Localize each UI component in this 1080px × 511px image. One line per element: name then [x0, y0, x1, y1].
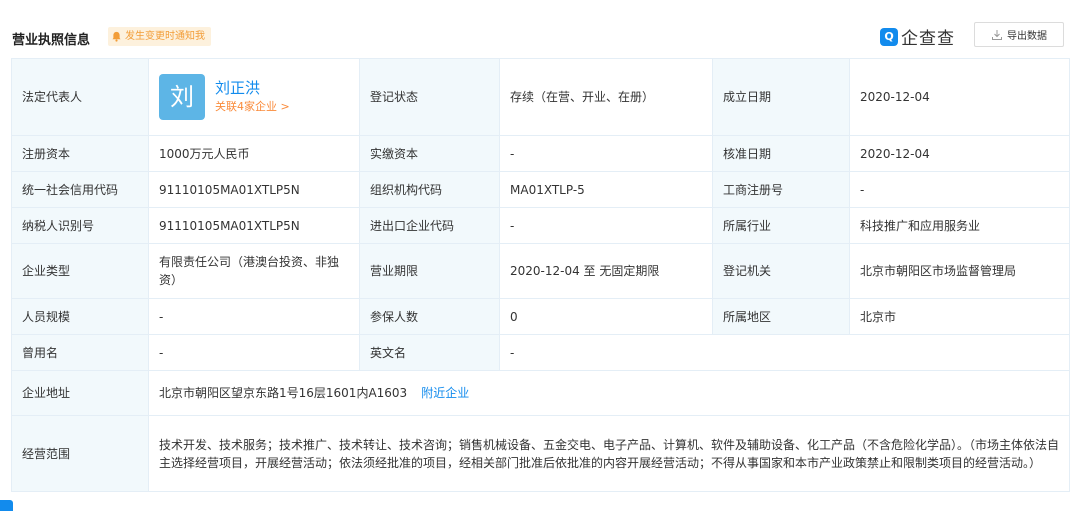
business-term-label: 营业期限	[359, 243, 500, 299]
table-row: 人员规模 - 参保人数 0 所属地区 北京市	[11, 298, 1070, 335]
table-row: 企业地址 北京市朝阳区望京东路1号16层1601内A1603 附近企业	[11, 370, 1070, 416]
table-row: 纳税人识别号 91110105MA01XTLP5N 进出口企业代码 - 所属行业…	[11, 207, 1070, 244]
export-data-label: 导出数据	[1007, 31, 1047, 42]
insured-count-label: 参保人数	[359, 298, 500, 335]
region-label: 所属地区	[712, 298, 850, 335]
region-value: 北京市	[849, 298, 1070, 335]
business-scope-value: 技术开发、技术服务；技术推广、技术转让、技术咨询；销售机械设备、五金交电、电子产…	[148, 415, 1070, 492]
side-float-tab[interactable]	[0, 500, 13, 511]
nearby-companies-link[interactable]: 附近企业	[421, 386, 469, 400]
org-code-value: MA01XTLP-5	[499, 171, 713, 208]
related-companies-link[interactable]: 关联4家企业 >	[215, 98, 290, 116]
logo-text: 企查查	[901, 29, 955, 49]
credit-code-value: 91110105MA01XTLP5N	[148, 171, 360, 208]
approve-date-label: 核准日期	[712, 135, 850, 172]
reg-authority-label: 登记机关	[712, 243, 850, 299]
english-name-label: 英文名	[359, 334, 500, 371]
capital-value: 1000万元人民币	[148, 135, 360, 172]
paid-capital-value: -	[499, 135, 713, 172]
table-row: 曾用名 - 英文名 -	[11, 334, 1070, 371]
industry-label: 所属行业	[712, 207, 850, 244]
export-data-button[interactable]: 导出数据	[974, 22, 1064, 47]
reg-authority-value: 北京市朝阳区市场监督管理局	[849, 243, 1070, 299]
download-icon	[992, 29, 1002, 40]
org-code-label: 组织机构代码	[359, 171, 500, 208]
staff-size-label: 人员规模	[11, 298, 149, 335]
address-value: 北京市朝阳区望京东路1号16层1601内A1603	[159, 386, 408, 400]
paid-capital-label: 实缴资本	[359, 135, 500, 172]
change-notify-label: 发生变更时通知我	[125, 31, 205, 42]
table-row: 经营范围 技术开发、技术服务；技术推广、技术转让、技术咨询；销售机械设备、五金交…	[11, 415, 1070, 492]
import-export-label: 进出口企业代码	[359, 207, 500, 244]
table-row: 注册资本 1000万元人民币 实缴资本 - 核准日期 2020-12-04	[11, 135, 1070, 172]
former-name-label: 曾用名	[11, 334, 149, 371]
found-date-value: 2020-12-04	[849, 58, 1070, 136]
qichacha-logo: Q 企查查	[880, 24, 955, 49]
logo-badge: Q	[880, 27, 898, 46]
company-type-value: 有限责任公司（港澳台投资、非独资）	[148, 243, 360, 299]
approve-date-value: 2020-12-04	[849, 135, 1070, 172]
table-row: 法定代表人 刘 刘正洪 关联4家企业 > 登记状态 存续（在营、开业、在册） 成…	[11, 58, 1070, 136]
biz-reg-label: 工商注册号	[712, 171, 850, 208]
biz-reg-value: -	[849, 171, 1070, 208]
legal-rep-name-link[interactable]: 刘正洪	[215, 78, 290, 98]
import-export-value: -	[499, 207, 713, 244]
legal-rep-cell: 刘 刘正洪 关联4家企业 >	[148, 58, 360, 136]
former-name-value: -	[148, 334, 360, 371]
tax-id-value: 91110105MA01XTLP5N	[148, 207, 360, 244]
legal-rep-label: 法定代表人	[11, 58, 149, 136]
english-name-value: -	[499, 334, 1070, 371]
section-title: 营业执照信息	[12, 33, 91, 48]
reg-status-label: 登记状态	[359, 58, 500, 136]
reg-status-value: 存续（在营、开业、在册）	[499, 58, 713, 136]
insured-count-value: 0	[499, 298, 713, 335]
table-row: 企业类型 有限责任公司（港澳台投资、非独资） 营业期限 2020-12-04 至…	[11, 243, 1070, 299]
avatar[interactable]: 刘	[159, 74, 205, 120]
section-header: 营业执照信息 发生变更时通知我 Q 企查查 导出数据	[0, 0, 1080, 58]
license-info-table: 法定代表人 刘 刘正洪 关联4家企业 > 登记状态 存续（在营、开业、在册） 成…	[11, 58, 1070, 492]
business-term-value: 2020-12-04 至 无固定期限	[499, 243, 713, 299]
address-cell: 北京市朝阳区望京东路1号16层1601内A1603 附近企业	[148, 370, 1070, 416]
bell-icon	[112, 31, 121, 42]
table-row: 统一社会信用代码 91110105MA01XTLP5N 组织机构代码 MA01X…	[11, 171, 1070, 208]
industry-value: 科技推广和应用服务业	[849, 207, 1070, 244]
company-type-label: 企业类型	[11, 243, 149, 299]
business-scope-label: 经营范围	[11, 415, 149, 492]
capital-label: 注册资本	[11, 135, 149, 172]
found-date-label: 成立日期	[712, 58, 850, 136]
staff-size-value: -	[148, 298, 360, 335]
credit-code-label: 统一社会信用代码	[11, 171, 149, 208]
change-notify-button[interactable]: 发生变更时通知我	[108, 27, 211, 46]
tax-id-label: 纳税人识别号	[11, 207, 149, 244]
address-label: 企业地址	[11, 370, 149, 416]
